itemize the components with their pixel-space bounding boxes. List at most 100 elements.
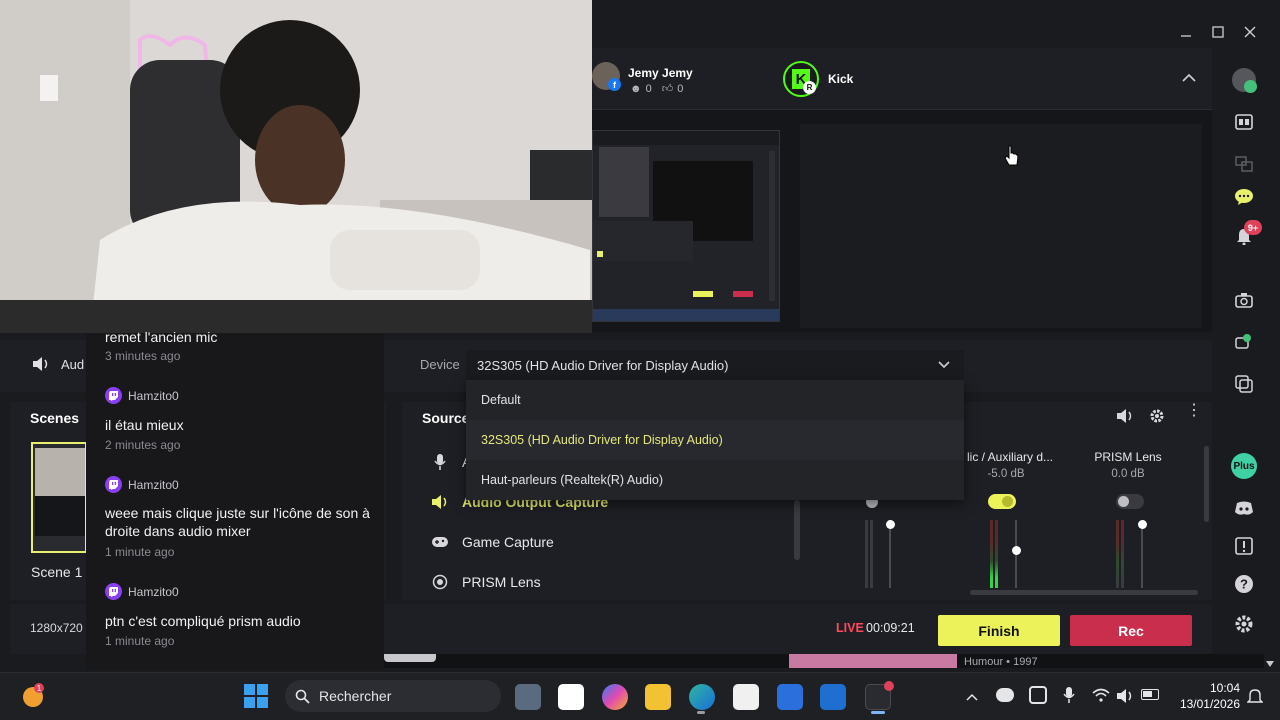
close-button[interactable] bbox=[1234, 16, 1266, 48]
mixer-vertical-scrollbar[interactable] bbox=[1204, 446, 1209, 522]
widgets-button[interactable]: 1 bbox=[20, 682, 46, 713]
mixer-channel-name: PRISM Lens bbox=[1094, 450, 1162, 464]
maximize-button[interactable] bbox=[1202, 16, 1234, 48]
preview-canvas[interactable] bbox=[800, 124, 1202, 328]
gear-icon bbox=[1150, 409, 1164, 423]
chevron-up-icon bbox=[966, 693, 978, 701]
discord-button[interactable] bbox=[1230, 494, 1258, 522]
show-hidden-icons-button[interactable] bbox=[966, 690, 978, 704]
notifications-button[interactable]: 9+ bbox=[1230, 220, 1262, 250]
device-option[interactable]: Default bbox=[466, 380, 964, 420]
start-button[interactable] bbox=[244, 684, 268, 713]
device-option[interactable]: Haut-parleurs (Realtek(R) Audio) bbox=[466, 460, 964, 500]
chat-timestamp: 1 minute ago bbox=[105, 634, 175, 648]
discord-icon bbox=[1235, 501, 1253, 515]
volume-tray-icon[interactable] bbox=[1116, 688, 1134, 709]
outlook-icon[interactable] bbox=[820, 684, 846, 710]
file-explorer-icon[interactable] bbox=[645, 684, 671, 710]
rec-button[interactable]: Rec bbox=[1070, 615, 1192, 646]
search-placeholder: Rechercher bbox=[319, 688, 392, 704]
report-button[interactable] bbox=[1230, 532, 1258, 560]
device-option-selected[interactable]: 32S305 (HD Audio Driver for Display Audi… bbox=[466, 420, 964, 460]
prism-plus-button[interactable]: Plus bbox=[1230, 452, 1258, 480]
twitch-icon bbox=[105, 583, 122, 600]
microsoft-store-icon[interactable] bbox=[733, 684, 759, 710]
copilot-icon[interactable] bbox=[602, 684, 628, 710]
screen-capture-tray-icon[interactable] bbox=[1029, 686, 1047, 704]
like-icon: 👍︎ bbox=[661, 83, 674, 95]
virtual-camera-icon bbox=[1235, 334, 1251, 349]
device-label: Device bbox=[420, 357, 460, 372]
channel-strip: f Jemy Jemy ☻ 0 👍︎ 0 K R Kick bbox=[592, 48, 1212, 110]
prism-live-icon[interactable] bbox=[865, 681, 894, 710]
resolution-label: 1280x720 bbox=[30, 621, 83, 635]
search-icon bbox=[295, 689, 310, 704]
speaker-icon bbox=[1117, 409, 1132, 423]
microphone-icon bbox=[430, 453, 450, 471]
chat-button[interactable] bbox=[1230, 183, 1258, 211]
scene-label[interactable]: Scene 1 bbox=[31, 564, 82, 580]
scene-thumbnail[interactable] bbox=[31, 442, 87, 553]
notification-badge: 9+ bbox=[1244, 220, 1262, 235]
notification-center-button[interactable] bbox=[1246, 688, 1264, 709]
maximize-icon bbox=[1212, 26, 1224, 38]
sources-scrollbar[interactable] bbox=[794, 500, 800, 560]
finish-button[interactable]: Finish bbox=[938, 615, 1060, 646]
background-window-strip: Humour • 1997 bbox=[384, 654, 1264, 668]
gamepad-icon bbox=[430, 535, 450, 549]
device-select[interactable]: 32S305 (HD Audio Driver for Display Audi… bbox=[466, 350, 964, 380]
scenes-title: Scenes bbox=[30, 410, 80, 426]
scroll-down-icon[interactable] bbox=[1266, 655, 1274, 673]
task-view-icon[interactable] bbox=[515, 684, 541, 710]
speaker-icon bbox=[32, 356, 50, 377]
microphone-tray-icon[interactable] bbox=[1063, 686, 1075, 709]
multiview-button[interactable] bbox=[1230, 150, 1258, 178]
close-icon bbox=[1244, 26, 1256, 38]
mixer-monitor-toggle[interactable] bbox=[988, 494, 1016, 509]
volume-fader[interactable] bbox=[886, 520, 895, 529]
mixer-volume-button[interactable] bbox=[1116, 408, 1134, 429]
mixer-settings-button[interactable] bbox=[1149, 408, 1165, 429]
settings-button[interactable] bbox=[1230, 610, 1258, 638]
sources-title: Source bbox=[422, 410, 470, 426]
windows-logo-icon bbox=[244, 684, 268, 708]
capcut-icon[interactable] bbox=[558, 684, 584, 710]
battery-icon[interactable] bbox=[1141, 689, 1159, 700]
volume-fader[interactable] bbox=[1012, 546, 1021, 555]
notification-bell-icon bbox=[1246, 689, 1264, 703]
source-label: PRISM Lens bbox=[462, 574, 541, 590]
volume-fader[interactable] bbox=[1138, 520, 1147, 529]
taskbar-clock[interactable]: 10:04 13/01/2026 bbox=[1170, 680, 1240, 712]
minimize-button[interactable] bbox=[1170, 16, 1202, 48]
minimize-icon bbox=[1181, 35, 1191, 37]
help-button[interactable]: ? bbox=[1230, 570, 1258, 598]
kick-channel-avatar[interactable]: K R bbox=[783, 61, 819, 97]
chat-overlay: remet l'ancien mic 3 minutes ago Hamzito… bbox=[86, 329, 384, 670]
source-item-game-capture[interactable]: Game Capture bbox=[430, 530, 554, 554]
edge-icon[interactable] bbox=[689, 684, 715, 710]
source-item-prism-lens[interactable]: PRISM Lens bbox=[430, 570, 541, 594]
wifi-icon[interactable] bbox=[1092, 688, 1110, 707]
virtual-camera-button[interactable] bbox=[1230, 328, 1258, 356]
alert-icon bbox=[1235, 537, 1253, 555]
cloud-sync-icon[interactable] bbox=[996, 688, 1014, 702]
mixer-channel-db: -5.0 dB bbox=[987, 468, 1025, 480]
channel-name: Kick bbox=[828, 72, 854, 86]
collapse-channels-button[interactable] bbox=[1182, 70, 1196, 88]
profile-button[interactable] bbox=[1230, 66, 1258, 94]
mixer-horizontal-scrollbar[interactable] bbox=[970, 590, 1198, 595]
chat-icon bbox=[1235, 189, 1253, 205]
active-app-indicator bbox=[871, 711, 885, 714]
channel-stats: ☻ 0 👍︎ 0 bbox=[630, 82, 683, 96]
viewer-count: 0 bbox=[645, 82, 652, 95]
layout-button[interactable] bbox=[1230, 108, 1258, 136]
mixer-monitor-toggle[interactable] bbox=[1116, 494, 1144, 509]
speaker-icon bbox=[430, 494, 450, 510]
visual-studio-code-icon[interactable] bbox=[777, 684, 803, 710]
title-bar bbox=[592, 0, 1280, 48]
screenshot-button[interactable] bbox=[1230, 286, 1258, 314]
source-label: Game Capture bbox=[462, 534, 554, 550]
source-dock-button[interactable] bbox=[1230, 370, 1258, 398]
mixer-more-button[interactable]: ⋮ bbox=[1186, 403, 1202, 419]
taskbar-search[interactable]: Rechercher bbox=[285, 680, 501, 712]
